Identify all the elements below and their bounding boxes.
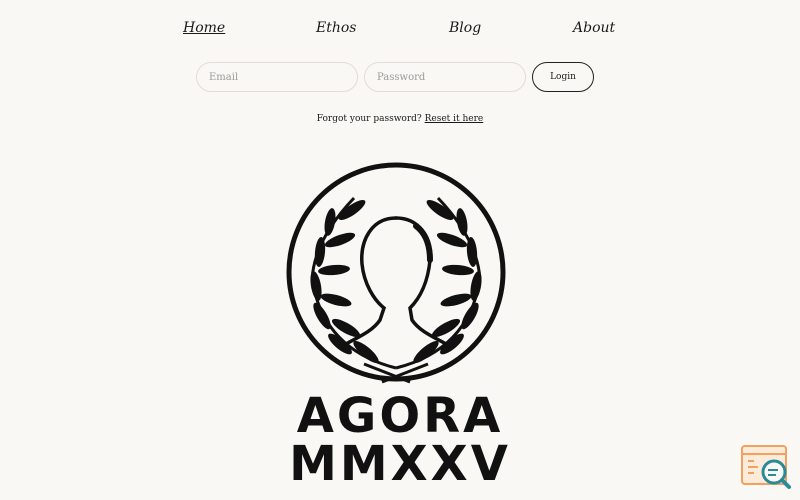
nav-ethos-link[interactable]: Ethos xyxy=(316,20,356,36)
brand-name: AGORA xyxy=(296,388,504,444)
search-browser-icon[interactable] xyxy=(740,444,792,490)
nav-home-link[interactable]: Home xyxy=(183,20,225,36)
login-button[interactable]: Login xyxy=(532,62,594,92)
email-input[interactable] xyxy=(196,62,358,92)
reset-password-link[interactable]: Reset it here xyxy=(425,114,484,124)
forgot-password-text: Forgot your password? xyxy=(316,114,422,124)
password-input[interactable] xyxy=(364,62,526,92)
laurel-emblem-icon xyxy=(284,160,508,388)
nav-blog-link[interactable]: Blog xyxy=(449,20,481,36)
nav-about-link[interactable]: About xyxy=(573,20,615,36)
forgot-password-row: Forgot your password? Reset it here xyxy=(0,114,800,124)
main-nav: Home Ethos Blog About xyxy=(0,20,800,40)
brand-year: MMXXV xyxy=(289,436,511,492)
